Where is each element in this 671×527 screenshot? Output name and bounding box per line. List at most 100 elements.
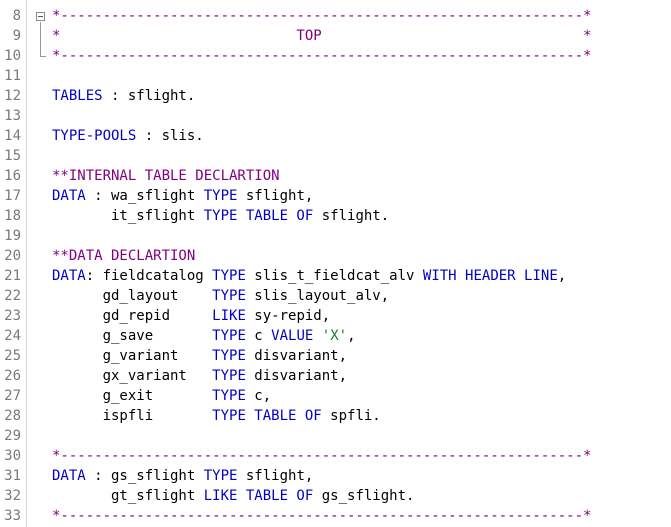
line-number: 13 [4, 108, 21, 124]
code-text: ispfli TYPE TABLE OF spfli. [52, 406, 381, 426]
code-line[interactable]: 9 * TOP * [0, 26, 671, 46]
keyword-token: LIKE [212, 308, 246, 324]
code-line[interactable]: 26 gx_variant TYPE disvariant, [0, 366, 671, 386]
code-token: gx_variant [52, 368, 213, 384]
code-line[interactable]: 33 *-------------------------------------… [0, 506, 671, 526]
code-text: **INTERNAL TABLE DECLARTION [52, 166, 280, 186]
code-text: gx_variant TYPE disvariant, [52, 366, 347, 386]
code-line[interactable]: 19 [0, 226, 671, 246]
code-token: : sflight. [102, 88, 196, 104]
code-token: disvariant, [245, 348, 348, 364]
code-text: *---------------------------------------… [52, 506, 591, 526]
keyword-token: VALUE [271, 328, 314, 344]
code-line[interactable]: 25 g_variant TYPE disvariant, [0, 346, 671, 366]
code-line[interactable]: 20 **DATA DECLARTION [0, 246, 671, 266]
keyword-token: TYPE [203, 188, 238, 204]
code-token: gd_repid [52, 308, 213, 324]
code-text: g_variant TYPE disvariant, [52, 346, 347, 366]
code-token: gs_sflight. [313, 488, 415, 504]
code-text: *---------------------------------------… [52, 46, 591, 66]
line-number: 23 [4, 308, 21, 324]
code-line[interactable]: 23 gd_repid LIKE sy-repid, [0, 306, 671, 326]
line-number: 33 [4, 508, 21, 524]
code-line[interactable]: 17 DATA : wa_sflight TYPE sflight, [0, 186, 671, 206]
code-token: , [557, 268, 567, 284]
keyword-token: TYPE TABLE OF [212, 408, 322, 424]
line-number: 16 [4, 168, 21, 184]
comment-token: *---------------------------------------… [52, 448, 592, 464]
keyword-token: TYPE TABLE OF [203, 208, 314, 224]
code-token: slis_layout_alv, [245, 288, 390, 304]
code-line[interactable]: 24 g_save TYPE c VALUE 'X', [0, 326, 671, 346]
line-number: 21 [4, 268, 21, 284]
keyword-token: DATA [52, 188, 86, 204]
string-token: 'X' [321, 328, 348, 344]
code-text: **DATA DECLARTION [52, 246, 195, 266]
code-token: , [347, 328, 356, 344]
line-number: 11 [4, 68, 21, 84]
code-line[interactable]: 16 **INTERNAL TABLE DECLARTION [0, 166, 671, 186]
keyword-token: TYPE [212, 388, 246, 404]
code-line[interactable]: 15 [0, 146, 671, 166]
code-line[interactable]: 21 DATA: fieldcatalog TYPE slis_t_fieldca… [0, 266, 671, 286]
line-number: 25 [4, 348, 21, 364]
keyword-token: TABLES [52, 88, 103, 104]
comment-token: * TOP * [52, 28, 592, 44]
keyword-token: TYPE [212, 328, 246, 344]
line-number: 29 [4, 428, 21, 444]
code-text: g_save TYPE c VALUE 'X', [52, 326, 356, 346]
line-number: 24 [4, 328, 21, 344]
line-number: 12 [4, 88, 21, 104]
code-text: it_sflight TYPE TABLE OF sflight. [52, 206, 389, 226]
code-line[interactable]: 22 gd_layout TYPE slis_layout_alv, [0, 286, 671, 306]
code-text: TABLES : sflight. [52, 86, 195, 106]
code-line[interactable]: 8 *--------------------------------------… [0, 6, 671, 26]
code-token: sflight, [237, 188, 314, 204]
keyword-token: TYPE [212, 268, 246, 284]
code-token: : wa_sflight [85, 188, 204, 204]
code-text: g_exit TYPE c, [52, 386, 272, 406]
keyword-token: DATA [52, 468, 86, 484]
code-token: g_save [52, 328, 213, 344]
code-line[interactable]: 11 [0, 66, 671, 86]
code-token: ispfli [52, 408, 213, 424]
code-editor[interactable]: 8 *--------------------------------------… [0, 0, 671, 527]
code-text: gd_layout TYPE slis_layout_alv, [52, 286, 390, 306]
code-token: g_exit [52, 388, 213, 404]
line-number: 32 [4, 488, 21, 504]
keyword-token: WITH HEADER LINE [422, 268, 558, 284]
comment-token: *---------------------------------------… [52, 508, 592, 524]
code-line[interactable]: 13 [0, 106, 671, 126]
code-token: gt_sflight [52, 488, 204, 504]
comment-token: **DATA DECLARTION [52, 248, 196, 264]
code-line[interactable]: 12 TABLES : sflight. [0, 86, 671, 106]
code-token: spfli. [321, 408, 381, 424]
code-line[interactable]: 29 [0, 426, 671, 446]
code-token: disvariant, [245, 368, 348, 384]
line-number: 26 [4, 368, 21, 384]
comment-token: *---------------------------------------… [52, 48, 592, 64]
code-line[interactable]: 31 DATA : gs_sflight TYPE sflight, [0, 466, 671, 486]
code-token: sflight, [237, 468, 314, 484]
code-token: it_sflight [52, 208, 204, 224]
line-number: 22 [4, 288, 21, 304]
code-line[interactable]: 18 it_sflight TYPE TABLE OF sflight. [0, 206, 671, 226]
code-token: : fieldcatalog [85, 268, 213, 284]
code-token: : gs_sflight [85, 468, 204, 484]
comment-token: **INTERNAL TABLE DECLARTION [52, 168, 280, 184]
line-number: 30 [4, 448, 21, 464]
line-number: 18 [4, 208, 21, 224]
code-token: gd_layout [52, 288, 213, 304]
keyword-token: TYPE [212, 368, 246, 384]
code-line[interactable]: 10 *-------------------------------------… [0, 46, 671, 66]
code-line[interactable]: 27 g_exit TYPE c, [0, 386, 671, 406]
code-line[interactable]: 28 ispfli TYPE TABLE OF spfli. [0, 406, 671, 426]
keyword-token: DATA [52, 268, 86, 284]
code-text: * TOP * [52, 26, 591, 46]
code-line[interactable]: 30 *-------------------------------------… [0, 446, 671, 466]
line-number: 27 [4, 388, 21, 404]
code-line[interactable]: 14 TYPE-POOLS : slis. [0, 126, 671, 146]
code-token: slis_t_fieldcat_alv [245, 268, 423, 284]
line-number: 10 [4, 48, 21, 64]
code-line[interactable]: 32 gt_sflight LIKE TABLE OF gs_sflight. [0, 486, 671, 506]
